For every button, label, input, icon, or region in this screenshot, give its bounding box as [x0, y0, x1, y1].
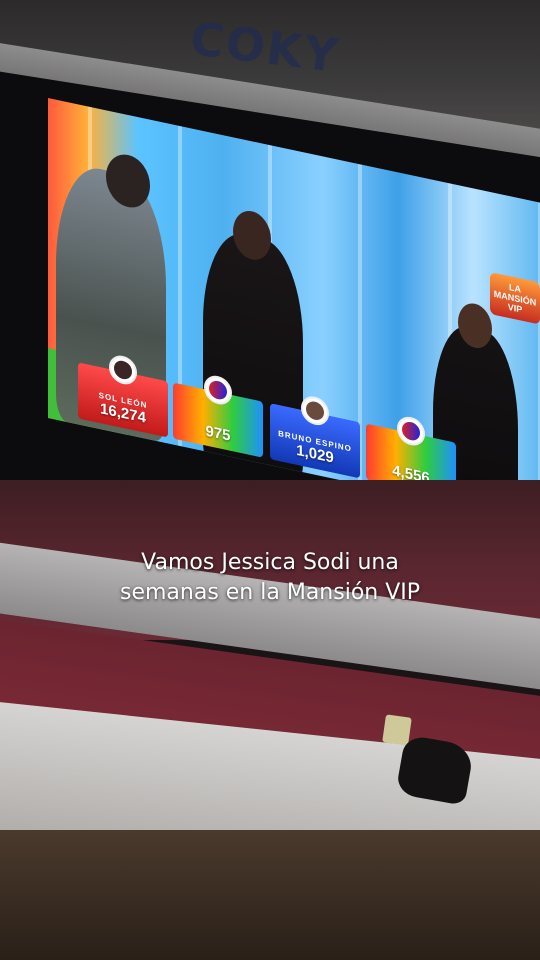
caption-line-1: Vamos Jessica Sodi una — [141, 550, 399, 575]
video-caption: Vamos Jessica Sodi una semanas en la Man… — [0, 548, 540, 608]
caption-line-2: semanas en la Mansión VIP — [119, 580, 421, 605]
vote-value: 975 — [205, 422, 231, 445]
photo-scene: COKY LA MANSIÓN VIP SOL LEÓN 16,274 975 … — [0, 0, 540, 960]
power-outlet — [382, 714, 412, 746]
floor — [0, 830, 540, 960]
show-logo-text: LA MANSIÓN VIP — [493, 281, 537, 315]
